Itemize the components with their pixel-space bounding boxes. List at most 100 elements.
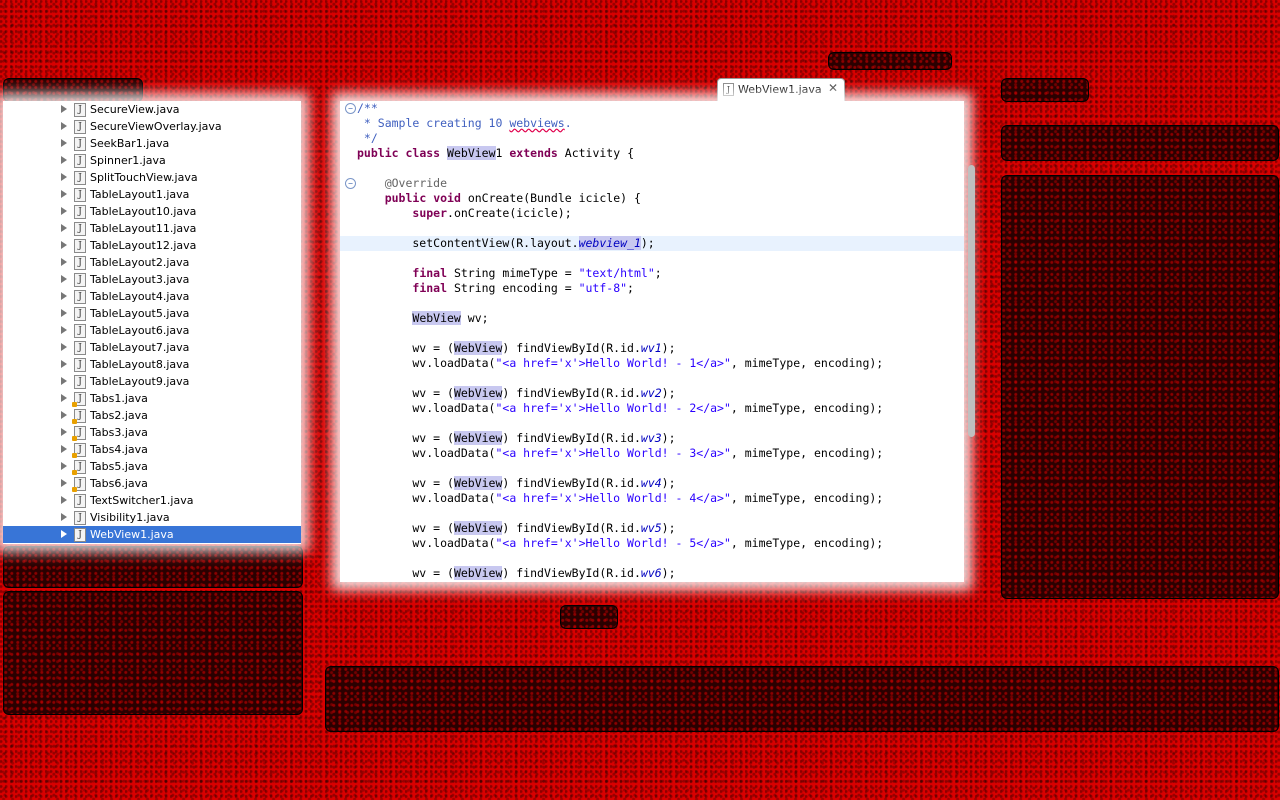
code-line[interactable]: wv.loadData("<a href='x'>Hello World! - …: [340, 356, 964, 371]
expand-arrow-icon[interactable]: [61, 241, 67, 249]
code-line[interactable]: * Sample creating 10 webviews.: [340, 116, 964, 131]
package-explorer-tree[interactable]: J SecureView.java J SecureViewOverlay.java J…: [3, 101, 301, 544]
tree-item[interactable]: J Tabs6.java: [3, 475, 301, 492]
code-line[interactable]: wv.loadData("<a href='x'>Hello World! - …: [340, 536, 964, 551]
code-line[interactable]: */: [340, 131, 964, 146]
expand-arrow-icon[interactable]: [61, 122, 67, 130]
code-line[interactable]: wv.loadData("<a href='x'>Hello World! - …: [340, 491, 964, 506]
code-token: , mimeType, encoding);: [730, 401, 884, 415]
tree-item[interactable]: J Tabs3.java: [3, 424, 301, 441]
code-line[interactable]: [340, 296, 964, 311]
tree-item[interactable]: J Tabs1.java: [3, 390, 301, 407]
expand-arrow-icon[interactable]: [61, 513, 67, 521]
code-token: );: [661, 476, 676, 490]
expand-arrow-icon[interactable]: [61, 309, 67, 317]
code-editor[interactable]: −/** * Sample creating 10 webviews. */pu…: [340, 101, 964, 582]
code-line[interactable]: super.onCreate(icicle);: [340, 206, 964, 221]
code-line[interactable]: [340, 551, 964, 566]
tree-item[interactable]: J Visibility1.java: [3, 509, 301, 526]
code-token: "<a href='x'>Hello World! - 4</a>": [495, 491, 731, 505]
code-line[interactable]: wv = (WebView) findViewById(R.id.wv2);: [340, 386, 964, 401]
expand-arrow-icon[interactable]: [61, 428, 67, 436]
tree-item[interactable]: J TableLayout3.java: [3, 271, 301, 288]
tree-item[interactable]: J TableLayout11.java: [3, 220, 301, 237]
java-file-icon: J: [74, 222, 86, 236]
fold-toggle-icon[interactable]: −: [345, 178, 356, 189]
expand-arrow-icon[interactable]: [61, 326, 67, 334]
expand-arrow-icon[interactable]: [61, 411, 67, 419]
code-line[interactable]: setContentView(R.layout.webview_1);: [340, 236, 964, 251]
code-line[interactable]: − @Override: [340, 176, 964, 191]
code-line[interactable]: −/**: [340, 101, 964, 116]
fold-toggle-icon[interactable]: −: [345, 103, 356, 114]
tree-item[interactable]: J WebView1.java: [3, 526, 301, 543]
tree-item[interactable]: J TableLayout9.java: [3, 373, 301, 390]
code-line[interactable]: [340, 326, 964, 341]
code-line[interactable]: final String encoding = "utf-8";: [340, 281, 964, 296]
code-line[interactable]: [340, 461, 964, 476]
code-line[interactable]: wv = (WebView) findViewById(R.id.wv6);: [340, 566, 964, 581]
expand-arrow-icon[interactable]: [61, 258, 67, 266]
code-line[interactable]: wv = (WebView) findViewById(R.id.wv3);: [340, 431, 964, 446]
expand-arrow-icon[interactable]: [61, 530, 67, 538]
code-line[interactable]: [340, 221, 964, 236]
tree-item[interactable]: J TextSwitcher1.java: [3, 492, 301, 509]
close-icon[interactable]: ✕: [828, 81, 838, 95]
expand-arrow-icon[interactable]: [61, 360, 67, 368]
expand-arrow-icon[interactable]: [61, 173, 67, 181]
tree-item[interactable]: J TableLayout10.java: [3, 203, 301, 220]
expand-arrow-icon[interactable]: [61, 292, 67, 300]
code-line[interactable]: final String mimeType = "text/html";: [340, 266, 964, 281]
center-tab-panel: [560, 605, 618, 629]
expand-arrow-icon[interactable]: [61, 445, 67, 453]
tree-item[interactable]: J Tabs4.java: [3, 441, 301, 458]
code-token: ) findViewById(R.id.: [502, 341, 641, 355]
tree-item[interactable]: J TableLayout4.java: [3, 288, 301, 305]
expand-arrow-icon[interactable]: [61, 275, 67, 283]
tree-item[interactable]: J TableLayout8.java: [3, 356, 301, 373]
tree-item[interactable]: J SeekBar1.java: [3, 135, 301, 152]
expand-arrow-icon[interactable]: [61, 207, 67, 215]
expand-arrow-icon[interactable]: [61, 224, 67, 232]
code-line[interactable]: [340, 371, 964, 386]
code-line[interactable]: wv = (WebView) findViewById(R.id.wv1);: [340, 341, 964, 356]
expand-arrow-icon[interactable]: [61, 156, 67, 164]
editor-vertical-scrollbar[interactable]: [968, 165, 975, 437]
code-token: WebView: [453, 566, 503, 580]
code-line[interactable]: wv = (WebView) findViewById(R.id.wv5);: [340, 521, 964, 536]
tree-item[interactable]: J TableLayout12.java: [3, 237, 301, 254]
tree-item[interactable]: J Spinner1.java: [3, 152, 301, 169]
expand-arrow-icon[interactable]: [61, 496, 67, 504]
code-line[interactable]: public class WebView1 extends Activity {: [340, 146, 964, 161]
tree-item-label: Visibility1.java: [90, 511, 170, 524]
tree-item[interactable]: J TableLayout1.java: [3, 186, 301, 203]
code-line[interactable]: public void onCreate(Bundle icicle) {: [340, 191, 964, 206]
tree-item[interactable]: J TableLayout6.java: [3, 322, 301, 339]
editor-tab-webview1[interactable]: J WebView1.java ✕: [717, 78, 845, 101]
expand-arrow-icon[interactable]: [61, 343, 67, 351]
tree-item[interactable]: J Tabs5.java: [3, 458, 301, 475]
expand-arrow-icon[interactable]: [61, 479, 67, 487]
code-line[interactable]: [340, 161, 964, 176]
expand-arrow-icon[interactable]: [61, 190, 67, 198]
code-line[interactable]: [340, 251, 964, 266]
expand-arrow-icon[interactable]: [61, 105, 67, 113]
code-line[interactable]: wv = (WebView) findViewById(R.id.wv4);: [340, 476, 964, 491]
tree-item[interactable]: J TableLayout7.java: [3, 339, 301, 356]
expand-arrow-icon[interactable]: [61, 462, 67, 470]
tree-item[interactable]: J TableLayout2.java: [3, 254, 301, 271]
code-line[interactable]: [340, 506, 964, 521]
expand-arrow-icon[interactable]: [61, 139, 67, 147]
code-line[interactable]: wv.loadData("<a href='x'>Hello World! - …: [340, 401, 964, 416]
tree-item[interactable]: J SecureView.java: [3, 101, 301, 118]
code-line[interactable]: wv.loadData("<a href='x'>Hello World! - …: [340, 446, 964, 461]
code-token: WebView: [412, 311, 461, 325]
tree-item[interactable]: J SecureViewOverlay.java: [3, 118, 301, 135]
code-line[interactable]: [340, 416, 964, 431]
tree-item[interactable]: J Tabs2.java: [3, 407, 301, 424]
code-line[interactable]: WebView wv;: [340, 311, 964, 326]
tree-item[interactable]: J SplitTouchView.java: [3, 169, 301, 186]
expand-arrow-icon[interactable]: [61, 394, 67, 402]
tree-item[interactable]: J TableLayout5.java: [3, 305, 301, 322]
expand-arrow-icon[interactable]: [61, 377, 67, 385]
